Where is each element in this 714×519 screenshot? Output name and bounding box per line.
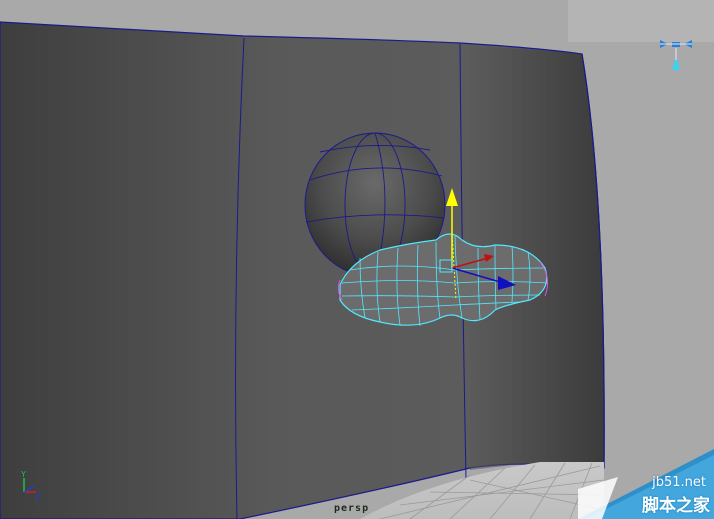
axis-label-y: Y xyxy=(20,470,26,479)
site-watermark: jb51.net 脚本之家 xyxy=(578,449,714,519)
watermark-site-text: jb51.net xyxy=(652,475,706,490)
axis-gizmo-icon: Y Z xyxy=(14,470,44,501)
view-cube-icon[interactable] xyxy=(650,36,700,76)
camera-name-label: persp xyxy=(334,503,370,514)
axis-label-z: Z xyxy=(35,492,41,500)
perspective-viewport[interactable] xyxy=(0,0,714,519)
watermark-name-text: 脚本之家 xyxy=(642,496,710,516)
